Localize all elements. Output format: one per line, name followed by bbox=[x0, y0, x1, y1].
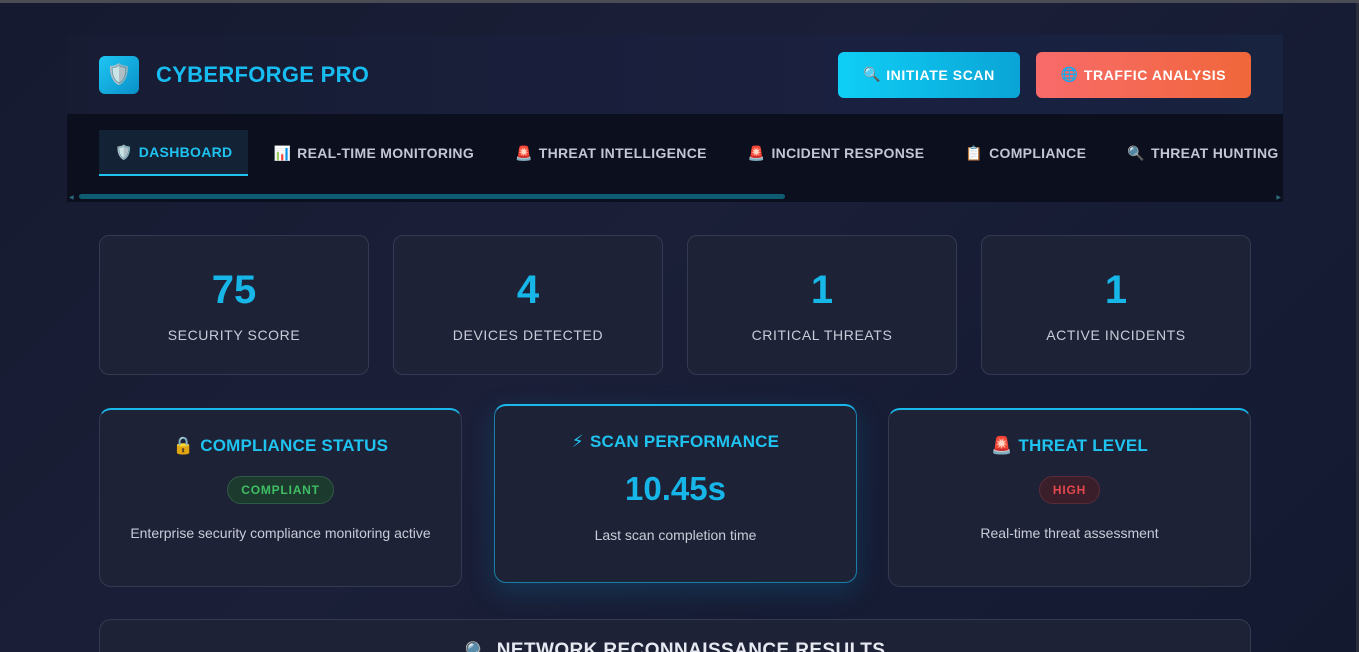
app-title: CYBERFORGE PRO bbox=[156, 61, 370, 87]
globe-icon: 🌐 bbox=[1060, 66, 1079, 82]
threat-level-panel: 🚨 THREAT LEVEL HIGH Real-time threat ass… bbox=[888, 408, 1251, 587]
panel-description: Real-time threat assessment bbox=[980, 525, 1159, 541]
stat-label: CRITICAL THREATS bbox=[751, 327, 893, 343]
panel-title-text: THREAT LEVEL bbox=[1018, 436, 1148, 455]
panel-title: 🔒 COMPLIANCE STATUS bbox=[173, 436, 388, 456]
initiate-scan-label: INITIATE SCAN bbox=[886, 66, 995, 83]
tab-label: THREAT INTELLIGENCE bbox=[538, 145, 707, 161]
panel-title: 🚨 THREAT LEVEL bbox=[991, 436, 1148, 456]
brand: 🛡️ CYBERFORGE PRO bbox=[99, 55, 370, 94]
stat-card-critical-threats: 1 CRITICAL THREATS bbox=[687, 235, 957, 375]
stat-card-security-score: 75 SECURITY SCORE bbox=[99, 235, 369, 375]
panel-description: Enterprise security compliance monitorin… bbox=[130, 525, 431, 541]
tab-label: DASHBOARD bbox=[138, 144, 233, 160]
stat-label: ACTIVE INCIDENTS bbox=[1046, 327, 1186, 343]
scan-performance-panel: ⚡ SCAN PERFORMANCE 10.45s Last scan comp… bbox=[494, 404, 857, 583]
scroll-right-arrow-icon[interactable]: ▶ bbox=[1276, 194, 1281, 201]
browser-top-border bbox=[0, 0, 1359, 3]
lightning-icon: ⚡ bbox=[571, 432, 584, 451]
traffic-analysis-button[interactable]: 🌐 TRAFFIC ANALYSIS bbox=[1036, 51, 1251, 98]
tab-incident-response[interactable]: 🚨 INCIDENT RESPONSE bbox=[732, 130, 941, 176]
bar-chart-icon: 📊 bbox=[273, 144, 292, 161]
nav-bar: 🛡️ DASHBOARD 📊 REAL-TIME MONITORING 🚨 TH… bbox=[67, 114, 1283, 202]
status-panels: 🔒 COMPLIANCE STATUS COMPLIANT Enterprise… bbox=[99, 404, 1251, 594]
stat-card-devices-detected: 4 DEVICES DETECTED bbox=[393, 235, 663, 375]
search-icon: 🔍 bbox=[863, 66, 882, 82]
scrollbar-thumb[interactable] bbox=[79, 194, 785, 199]
clipboard-icon: 📋 bbox=[965, 144, 984, 161]
compliance-status-panel: 🔒 COMPLIANCE STATUS COMPLIANT Enterprise… bbox=[99, 408, 462, 587]
shield-icon: 🛡️ bbox=[115, 143, 133, 160]
panel-title-text: SCAN PERFORMANCE bbox=[589, 432, 780, 451]
nav-tabs: 🛡️ DASHBOARD 📊 REAL-TIME MONITORING 🚨 TH… bbox=[67, 114, 1283, 176]
tab-label: COMPLIANCE bbox=[989, 145, 1087, 161]
tab-label: INCIDENT RESPONSE bbox=[771, 145, 925, 161]
stats-row: 75 SECURITY SCORE 4 DEVICES DETECTED 1 C… bbox=[99, 235, 1251, 375]
panel-description: Last scan completion time bbox=[594, 527, 757, 543]
threat-level-badge: HIGH bbox=[1038, 476, 1101, 504]
tab-threat-intelligence[interactable]: 🚨 THREAT INTELLIGENCE bbox=[499, 130, 723, 176]
network-recon-panel: 🔍 NETWORK RECONNAISSANCE RESULTS bbox=[99, 619, 1251, 652]
panel-title-text: COMPLIANCE STATUS bbox=[200, 436, 389, 455]
app-shell: 🛡️ CYBERFORGE PRO 🔍 INITIATE SCAN 🌐 TRAF… bbox=[67, 35, 1283, 202]
tabs-horizontal-scrollbar[interactable]: ◀ ▶ bbox=[67, 194, 1283, 201]
search-icon: 🔍 bbox=[465, 640, 489, 652]
stat-value: 75 bbox=[211, 268, 257, 312]
lock-icon: 🔒 bbox=[172, 436, 195, 455]
siren-icon: 🚨 bbox=[747, 144, 766, 161]
app-header: 🛡️ CYBERFORGE PRO 🔍 INITIATE SCAN 🌐 TRAF… bbox=[67, 35, 1283, 114]
stat-card-active-incidents: 1 ACTIVE INCIDENTS bbox=[981, 235, 1251, 375]
compliance-badge: COMPLIANT bbox=[227, 476, 334, 504]
recon-title: 🔍 NETWORK RECONNAISSANCE RESULTS bbox=[465, 640, 886, 652]
recon-title-text: NETWORK RECONNAISSANCE RESULTS bbox=[496, 640, 886, 652]
panel-title: ⚡ SCAN PERFORMANCE bbox=[572, 432, 779, 452]
stat-value: 1 bbox=[1104, 268, 1128, 312]
stat-value: 4 bbox=[516, 268, 540, 312]
traffic-analysis-label: TRAFFIC ANALYSIS bbox=[1083, 66, 1227, 83]
search-icon: 🔍 bbox=[1127, 144, 1145, 161]
scroll-left-arrow-icon[interactable]: ◀ bbox=[69, 194, 74, 201]
tab-real-time-monitoring[interactable]: 📊 REAL-TIME MONITORING bbox=[257, 130, 490, 176]
stat-label: SECURITY SCORE bbox=[167, 327, 301, 343]
tab-compliance[interactable]: 📋 COMPLIANCE bbox=[949, 130, 1102, 176]
stat-value: 1 bbox=[810, 268, 834, 312]
header-actions: 🔍 INITIATE SCAN 🌐 TRAFFIC ANALYSIS bbox=[838, 51, 1251, 98]
stat-label: DEVICES DETECTED bbox=[452, 327, 604, 343]
tab-dashboard[interactable]: 🛡️ DASHBOARD bbox=[99, 130, 249, 176]
shield-logo-icon: 🛡️ bbox=[99, 55, 139, 94]
siren-icon: 🚨 bbox=[515, 144, 533, 161]
tab-label: THREAT HUNTING bbox=[1150, 145, 1279, 161]
tab-threat-hunting[interactable]: 🔍 THREAT HUNTING bbox=[1111, 130, 1294, 176]
siren-icon: 🚨 bbox=[991, 436, 1013, 455]
scan-time-value: 10.45s bbox=[625, 470, 726, 507]
tab-label: REAL-TIME MONITORING bbox=[297, 145, 475, 161]
initiate-scan-button[interactable]: 🔍 INITIATE SCAN bbox=[838, 51, 1020, 98]
